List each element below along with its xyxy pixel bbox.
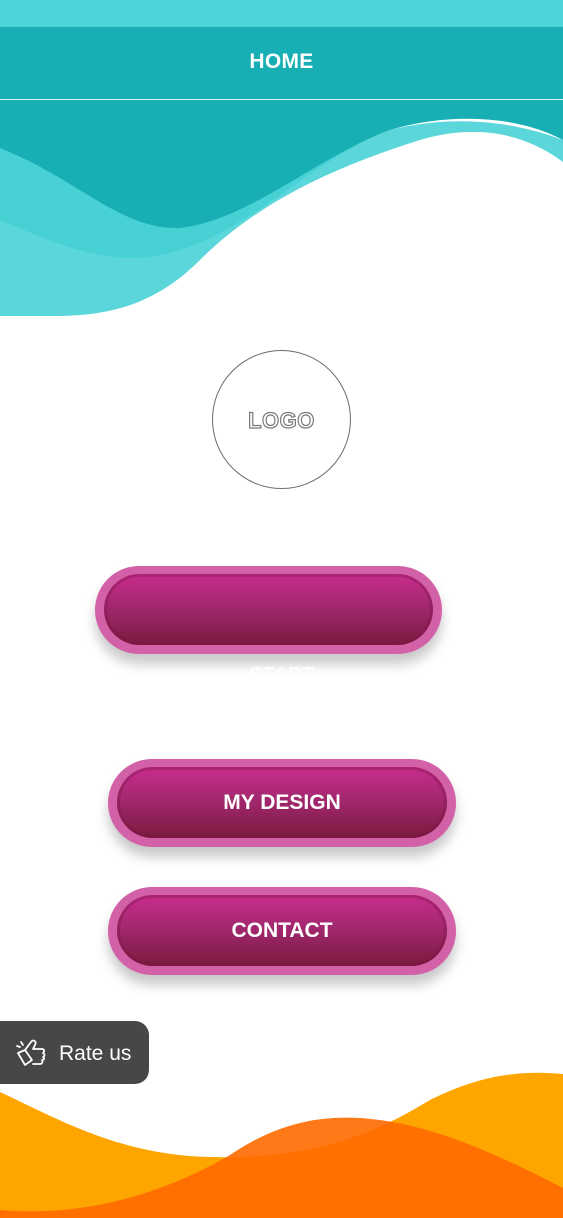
start-button-label: START bbox=[249, 664, 315, 686]
start-button[interactable] bbox=[95, 566, 442, 654]
my-design-button-label: MY DESIGN bbox=[223, 791, 341, 814]
start-button-face bbox=[104, 574, 433, 645]
contact-button[interactable]: CONTACT bbox=[108, 887, 456, 975]
logo-placeholder: LOGO bbox=[212, 350, 351, 489]
status-bar bbox=[0, 0, 563, 27]
my-design-button[interactable]: MY DESIGN bbox=[108, 759, 456, 847]
contact-button-label: CONTACT bbox=[231, 919, 333, 942]
top-wave-decoration bbox=[0, 100, 563, 316]
page-title: HOME bbox=[249, 50, 314, 73]
bottom-wave-decoration bbox=[0, 1072, 563, 1218]
logo-text: LOGO bbox=[248, 407, 315, 433]
app-bar: HOME bbox=[0, 27, 563, 100]
